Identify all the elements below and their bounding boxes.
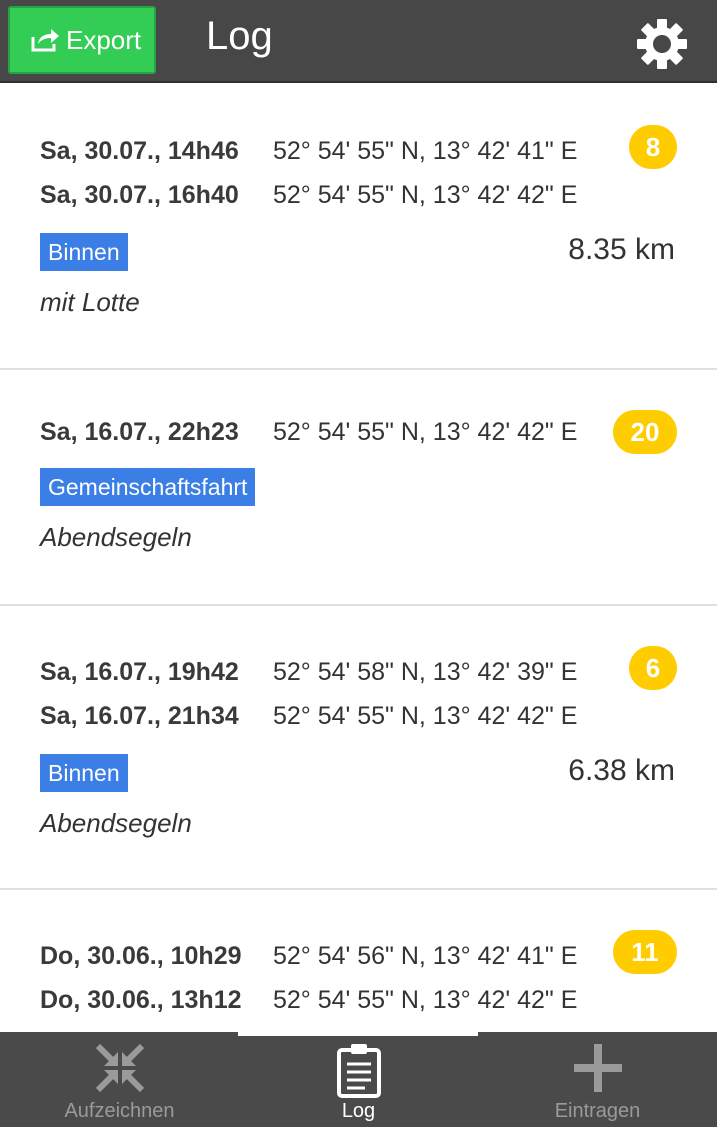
count-badge: 11 <box>613 930 677 974</box>
nav-item-aufzeichnen[interactable]: Aufzeichnen <box>0 1032 239 1127</box>
entry-time: Sa, 30.07., 16h40 <box>40 181 239 209</box>
entry-row-start: Sa, 16.07., 19h42 52° 54' 58" N, 13° 42'… <box>40 658 577 687</box>
log-entry[interactable]: Do, 30.06., 10h29 52° 54' 56" N, 13° 42'… <box>0 890 717 1032</box>
distance-value: 8.35 km <box>568 233 675 266</box>
bottom-navigation: Aufzeichnen Log Eintragen <box>0 1032 717 1127</box>
gear-icon[interactable] <box>636 18 688 70</box>
entry-row-end: Sa, 30.07., 16h40 52° 54' 55" N, 13° 42'… <box>40 181 577 210</box>
entry-time: Sa, 16.07., 19h42 <box>40 658 239 686</box>
entry-coordinates: 52° 54' 55" N, 13° 42' 42" E <box>272 986 578 1014</box>
entry-time: Do, 30.06., 13h12 <box>40 986 242 1014</box>
app-header: Export Log <box>0 0 717 83</box>
entry-coordinates: 52° 54' 55" N, 13° 42' 42" E <box>272 181 578 209</box>
count-badge: 20 <box>613 410 677 454</box>
entry-coordinates: 52° 54' 55" N, 13° 42' 41" E <box>272 137 578 165</box>
entry-note: Abendsegeln <box>40 522 192 552</box>
entry-coordinates: 52° 54' 55" N, 13° 42' 42" E <box>272 702 578 730</box>
nav-item-log[interactable]: Log <box>239 1032 478 1127</box>
nav-label: Eintragen <box>554 1100 641 1122</box>
compress-arrows-icon <box>95 1043 144 1093</box>
entry-row-end: Do, 30.06., 13h12 52° 54' 55" N, 13° 42'… <box>40 986 577 1015</box>
count-badge: 6 <box>629 646 677 690</box>
entry-coordinates: 52° 54' 55" N, 13° 42' 42" E <box>272 418 578 446</box>
entry-time: Sa, 30.07., 14h46 <box>40 137 239 165</box>
log-entry[interactable]: Sa, 16.07., 19h42 52° 54' 58" N, 13° 42'… <box>0 606 717 890</box>
export-label: Export <box>66 24 142 55</box>
distance-value: 6.38 km <box>568 754 675 787</box>
entry-row-start: Do, 30.06., 10h29 52° 54' 56" N, 13° 42'… <box>40 942 577 971</box>
export-button[interactable]: Export <box>8 6 156 74</box>
count-badge: 8 <box>629 125 677 169</box>
page-title: Log <box>206 14 273 58</box>
log-list: Sa, 30.07., 14h46 52° 54' 55" N, 13° 42'… <box>0 85 717 1032</box>
entry-row-start: Sa, 30.07., 14h46 52° 54' 55" N, 13° 42'… <box>40 137 577 166</box>
share-export-icon <box>31 29 59 52</box>
log-entry[interactable]: Sa, 16.07., 22h23 52° 54' 55" N, 13° 42'… <box>0 370 717 606</box>
entry-time: Sa, 16.07., 22h23 <box>40 418 239 446</box>
nav-label: Log <box>341 1100 376 1122</box>
entry-note: Abendsegeln <box>40 808 192 838</box>
entry-coordinates: 52° 54' 58" N, 13° 42' 39" E <box>272 658 578 686</box>
entry-note: mit Lotte <box>40 287 140 317</box>
clipboard-icon <box>336 1044 381 1098</box>
entry-coordinates: 52° 54' 56" N, 13° 42' 41" E <box>272 942 578 970</box>
log-entry[interactable]: Sa, 30.07., 14h46 52° 54' 55" N, 13° 42'… <box>0 85 717 370</box>
category-tag: Binnen <box>40 233 128 271</box>
plus-icon <box>573 1044 622 1092</box>
entry-row-start: Sa, 16.07., 22h23 52° 54' 55" N, 13° 42'… <box>40 418 577 447</box>
category-tag: Binnen <box>40 754 128 792</box>
entry-row-end: Sa, 16.07., 21h34 52° 54' 55" N, 13° 42'… <box>40 702 577 731</box>
nav-label: Aufzeichnen <box>64 1100 175 1122</box>
entry-time: Sa, 16.07., 21h34 <box>40 702 239 730</box>
nav-item-eintragen[interactable]: Eintragen <box>478 1032 717 1127</box>
active-tab-indicator <box>238 1030 478 1036</box>
category-tag: Gemeinschaftsfahrt <box>40 468 256 506</box>
entry-time: Do, 30.06., 10h29 <box>40 942 242 970</box>
